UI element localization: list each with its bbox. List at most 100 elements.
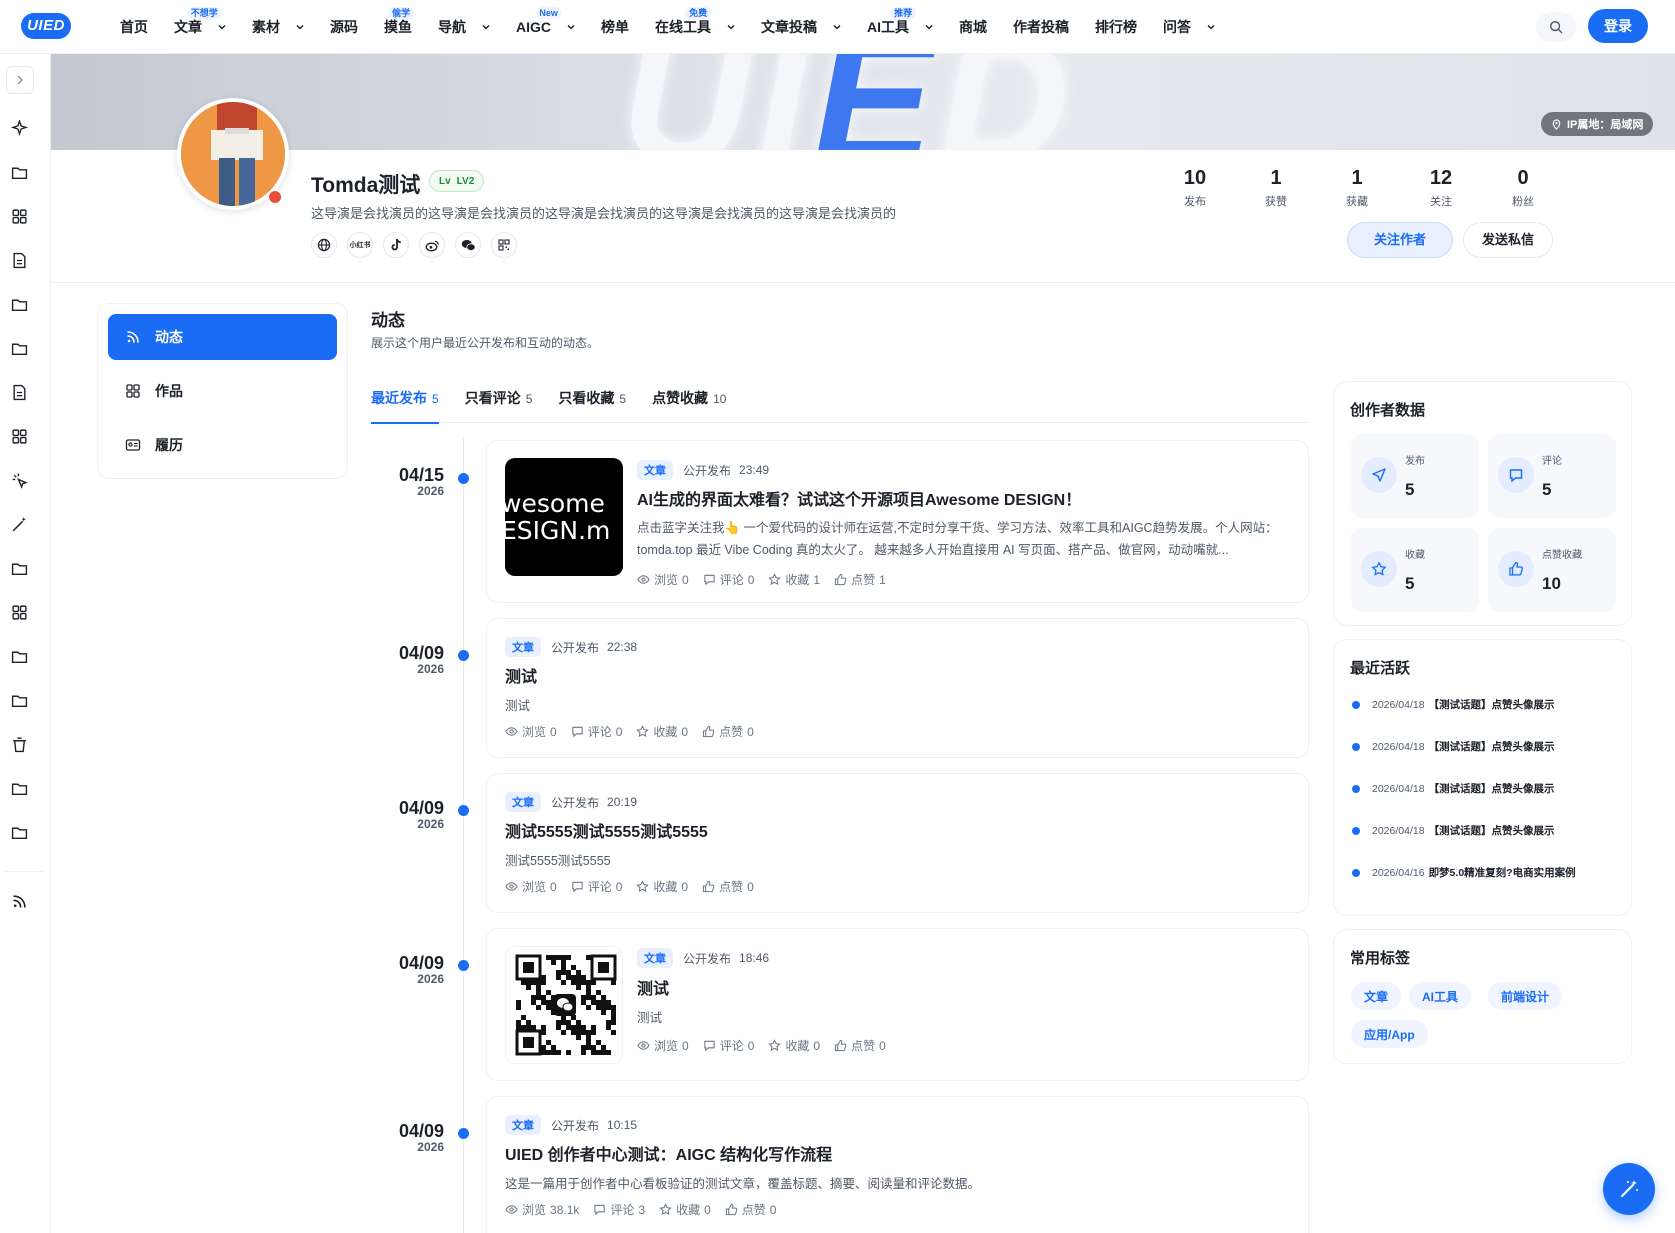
login-button[interactable]: 登录 — [1588, 9, 1648, 43]
side-menu-item-works[interactable]: 作品 — [108, 368, 337, 414]
qrcode-thumbnail[interactable] — [505, 946, 623, 1064]
profile-stat[interactable]: 0 粉丝 — [1493, 167, 1553, 209]
search-button[interactable] — [1536, 12, 1576, 42]
side-menu-item-resume[interactable]: 履历 — [108, 422, 337, 468]
nav-item-3[interactable]: 源码 — [324, 0, 364, 54]
thumb-up-icon — [1509, 561, 1523, 576]
creator-stat-card[interactable]: 发布 5 — [1351, 434, 1479, 518]
nav-item-6[interactable]: New AIGC — [510, 0, 581, 54]
nav-label: 问答 — [1163, 19, 1191, 35]
profile-stat[interactable]: 1 获藏 — [1327, 167, 1387, 209]
nav-item-10[interactable]: 推荐 AI工具 — [861, 0, 939, 54]
feed-card[interactable]: wesome ESIGN.m 文章 公开发布 23:49 AI生成的界面太难看？试试这个开… — [486, 440, 1309, 603]
site-logo[interactable]: UIED — [21, 13, 71, 39]
creator-stat-card[interactable]: 评论 5 — [1488, 434, 1616, 518]
sparkle-icon[interactable] — [9, 118, 29, 138]
folder-icon[interactable] — [9, 162, 29, 182]
card-title[interactable]: UIED 创作者中心测试：AIGC 结构化写作流程 — [505, 1141, 832, 1165]
activity-dot — [1352, 826, 1360, 835]
feed-card[interactable]: 文章 公开发布 20:19 测试5555测试5555测试5555 测试5555测试555… — [486, 773, 1309, 913]
nav-item-13[interactable]: 排行榜 — [1089, 0, 1143, 54]
thumb-up-icon — [1498, 551, 1534, 587]
creator-stat-card[interactable]: 点赞收藏 10 — [1488, 528, 1616, 612]
magic-wand-icon[interactable] — [9, 514, 29, 534]
nav-item-0[interactable]: 首页 — [114, 0, 154, 54]
folder-icon[interactable] — [9, 646, 29, 666]
nav-item-7[interactable]: 榜单 — [595, 0, 635, 54]
timeline-dot — [458, 960, 469, 971]
profile-stat[interactable]: 1 获赞 — [1246, 167, 1306, 209]
tag-chip[interactable]: 应用/App — [1351, 1020, 1428, 1048]
douyin-icon[interactable] — [383, 232, 409, 258]
nav-item-14[interactable]: 问答 — [1157, 0, 1221, 54]
nav-item-11[interactable]: 商城 — [953, 0, 993, 54]
tab-2[interactable]: 只看收藏 5 — [558, 388, 626, 423]
ip-location-label: IP属地：局域网 — [1567, 119, 1644, 131]
nav-item-1[interactable]: 不想学 文章 — [168, 0, 232, 54]
nav-item-12[interactable]: 作者投稿 — [1007, 0, 1075, 54]
weibo-icon[interactable] — [419, 232, 445, 258]
activity-item[interactable]: 2026/04/18 【测试话题】点赞头像展示 — [1352, 739, 1555, 754]
feed-card[interactable]: 文章 公开发布 22:38 测试 测试 浏览 0 评论 0 收藏 0 点赞 0 — [486, 618, 1309, 758]
folder-icon[interactable] — [9, 822, 29, 842]
chevron-right-icon — [17, 75, 23, 85]
cursor-click-icon[interactable] — [9, 470, 29, 490]
folder-icon[interactable] — [9, 558, 29, 578]
nav-item-4[interactable]: 偷学 摸鱼 — [378, 0, 418, 54]
card-stats: 浏览 0 评论 0 收藏 0 点赞 0 — [505, 878, 754, 895]
banner-logo-art: UIED — [621, 54, 1075, 150]
creator-stat-card[interactable]: 收藏 5 — [1351, 528, 1479, 612]
profile-stat[interactable]: 10 发布 — [1165, 167, 1225, 209]
thumb-up-icon — [702, 880, 715, 893]
grid-icon[interactable] — [9, 426, 29, 446]
tab-0[interactable]: 最近发布 5 — [371, 388, 439, 424]
folder-icon[interactable] — [9, 338, 29, 358]
document-icon[interactable] — [9, 250, 29, 270]
trash-icon[interactable] — [9, 734, 29, 754]
card-title[interactable]: 测试5555测试5555测试5555 — [505, 818, 708, 842]
document-icon[interactable] — [9, 382, 29, 402]
tag-chip[interactable]: AI工具 — [1409, 982, 1472, 1010]
card-title[interactable]: 测试 — [637, 975, 669, 999]
nav-item-9[interactable]: 文章投稿 — [755, 0, 847, 54]
folder-icon[interactable] — [9, 294, 29, 314]
expand-rail-button[interactable] — [6, 66, 34, 94]
wechat-icon[interactable] — [455, 232, 481, 258]
qrcode-icon[interactable] — [491, 232, 517, 258]
card-title[interactable]: 测试 — [505, 663, 537, 687]
profile-side-menu: 动态 作品 履历 — [97, 303, 348, 479]
tab-1[interactable]: 只看评论 5 — [465, 388, 533, 423]
grid-icon[interactable] — [9, 206, 29, 226]
send-message-button[interactable]: 发送私信 — [1463, 222, 1553, 258]
nav-item-2[interactable]: 素材 — [246, 0, 310, 54]
card-stats: 浏览 0 评论 0 收藏 1 点赞 1 — [637, 571, 886, 588]
grid-icon — [126, 384, 140, 398]
activity-item[interactable]: 2026/04/18 【测试话题】点赞头像展示 — [1352, 823, 1555, 838]
profile-stat[interactable]: 12 关注 — [1411, 167, 1471, 209]
nav-item-5[interactable]: 导航 — [432, 0, 496, 54]
section-subtitle: 展示这个用户最近公开发布和互动的动态。 — [371, 336, 600, 350]
folder-icon[interactable] — [9, 690, 29, 710]
ai-assistant-button[interactable] — [1603, 1163, 1655, 1215]
activity-item[interactable]: 2026/04/18 【测试话题】点赞头像展示 — [1352, 781, 1555, 796]
feed-card[interactable]: 文章 公开发布 18:46 测试 测试 浏览 0 评论 0 收藏 0 点赞 0 — [486, 928, 1309, 1081]
tab-3[interactable]: 点赞收藏 10 — [652, 388, 726, 423]
side-menu-item-feed[interactable]: 动态 — [108, 314, 337, 360]
activity-item[interactable]: 2026/04/16 即梦5.0精准复刻?电商实用案例 — [1352, 865, 1576, 880]
rss-icon[interactable] — [9, 891, 29, 911]
tag-chip[interactable]: 前端设计 — [1488, 982, 1563, 1010]
timeline-date: 04/09 2026 — [398, 953, 444, 986]
grid-icon[interactable] — [9, 602, 29, 622]
creator-stat-value: 5 — [1405, 574, 1415, 593]
feed-card[interactable]: 文章 公开发布 10:15 UIED 创作者中心测试：AIGC 结构化写作流程 这是一篇… — [486, 1096, 1309, 1233]
follow-author-button[interactable]: 关注作者 — [1347, 222, 1453, 258]
xiaohongshu-icon[interactable]: 小红书 — [347, 232, 373, 258]
activity-item[interactable]: 2026/04/18 【测试话题】点赞头像展示 — [1352, 697, 1555, 712]
globe-icon[interactable] — [311, 232, 337, 258]
folder-icon[interactable] — [9, 778, 29, 798]
article-thumbnail[interactable]: wesome ESIGN.m — [505, 458, 623, 576]
activity-dot — [1352, 700, 1360, 709]
nav-item-8[interactable]: 免费 在线工具 — [649, 0, 741, 54]
tag-chip[interactable]: 文章 — [1351, 982, 1402, 1010]
card-title[interactable]: AI生成的界面太难看？试试这个开源项目Awesome DESIGN！ — [637, 486, 1081, 510]
